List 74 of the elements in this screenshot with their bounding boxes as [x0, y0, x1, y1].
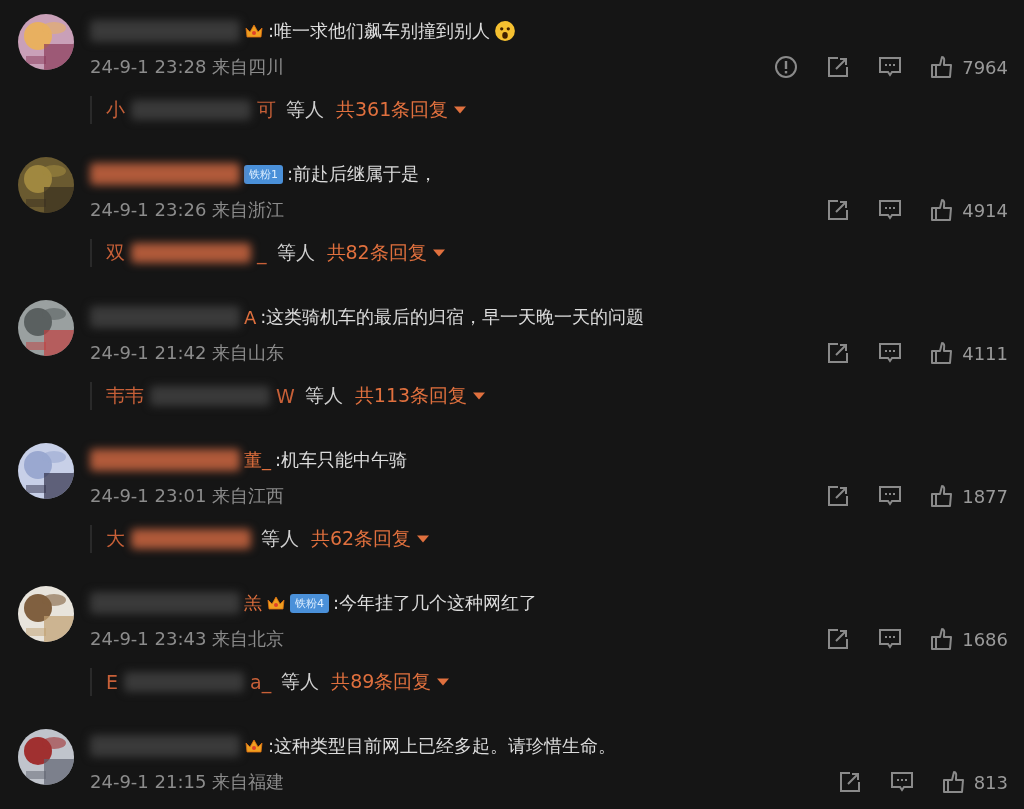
reply-label: 等人	[281, 669, 320, 694]
reply-user-name[interactable]: 大	[106, 526, 125, 552]
like-count: 813	[973, 771, 1008, 793]
user-name[interactable]: A	[244, 306, 257, 328]
thumbs-up-icon[interactable]	[941, 770, 966, 794]
caret-icon[interactable]	[454, 106, 467, 114]
reply-count-link[interactable]: 共82条回复	[326, 240, 427, 266]
comment-icon[interactable]	[889, 770, 914, 794]
thumbs-up-icon[interactable]	[930, 198, 955, 222]
comment-text: :机车只能中午骑	[275, 448, 408, 472]
fan-badge: 铁粉4	[290, 593, 329, 613]
like-count: 1686	[962, 628, 1008, 650]
like-count: 4914	[962, 199, 1008, 221]
comment-icon[interactable]	[878, 627, 903, 651]
reply-summary[interactable]: 大 等人 共62条回复	[90, 525, 430, 553]
comment-text: :今年挂了几个这种网红了	[333, 591, 538, 615]
reply-count-link[interactable]: 共62条回复	[311, 526, 412, 552]
comment-time-location: 24-9-1 23:43 来自北京	[90, 627, 285, 651]
reply-user-name[interactable]: 小	[106, 97, 125, 123]
comment-time-location: 24-9-1 21:15 来自福建	[90, 770, 285, 794]
comment-icon[interactable]	[878, 341, 903, 365]
crown-icon	[244, 22, 264, 40]
report-icon[interactable]	[774, 55, 799, 79]
caret-icon[interactable]	[473, 392, 486, 400]
reply-summary[interactable]: E a_ 等人 共89条回复	[90, 668, 450, 696]
reply-count-link[interactable]: 共361条回复	[336, 97, 449, 123]
comment-time-location: 24-9-1 23:28 来自四川	[90, 55, 285, 79]
caret-icon[interactable]	[432, 249, 445, 257]
reply-user-name[interactable]: 可	[257, 97, 276, 123]
comment-text: :前赴后继属于是，	[287, 162, 438, 186]
reply-label: 等人	[276, 240, 315, 265]
fan-badge: 铁粉1	[244, 164, 283, 184]
like-count: 7964	[962, 56, 1008, 78]
thumbs-up-icon[interactable]	[930, 484, 955, 508]
reply-user-name[interactable]: a_	[250, 671, 272, 693]
thumbs-up-icon[interactable]	[930, 55, 955, 79]
reply-summary[interactable]: 双 _ 等人 共82条回复	[90, 239, 445, 267]
comment-text: :这类骑机车的最后的归宿，早一天晚一天的问题	[260, 305, 645, 329]
reply-user-name[interactable]: 韦韦	[106, 383, 144, 409]
like-count: 4111	[962, 342, 1008, 364]
reply-count-link[interactable]: 共89条回复	[331, 669, 432, 695]
comment-icon[interactable]	[878, 55, 903, 79]
like-count: 1877	[962, 485, 1008, 507]
reply-label: 等人	[304, 383, 343, 408]
reply-user-name[interactable]: E	[106, 671, 118, 693]
thumbs-up-icon[interactable]	[930, 627, 955, 651]
user-name[interactable]: 董_	[244, 448, 271, 472]
comment-text: :这种类型目前网上已经多起。请珍惜生命。	[268, 734, 617, 758]
share-icon[interactable]	[826, 198, 851, 222]
share-icon[interactable]	[837, 770, 862, 794]
crown-icon	[266, 594, 286, 612]
caret-icon[interactable]	[417, 535, 430, 543]
reply-user-name[interactable]: W	[276, 385, 295, 407]
caret-icon[interactable]	[437, 678, 450, 686]
reply-user-name[interactable]: _	[257, 242, 267, 264]
reply-label: 等人	[261, 526, 299, 551]
share-icon[interactable]	[826, 484, 851, 508]
reply-label: 等人	[286, 97, 324, 122]
comment-icon[interactable]	[878, 484, 903, 508]
reply-summary[interactable]: 小 可 等人 共361条回复	[90, 96, 467, 124]
crown-icon	[244, 737, 264, 755]
thumbs-up-icon[interactable]	[930, 341, 955, 365]
share-icon[interactable]	[826, 341, 851, 365]
comment-icon[interactable]	[878, 198, 903, 222]
comment-time-location: 24-9-1 21:42 来自山东	[90, 341, 285, 365]
share-icon[interactable]	[826, 627, 851, 651]
reply-count-link[interactable]: 共113条回复	[354, 383, 468, 409]
user-name[interactable]: 羔	[244, 591, 262, 615]
comment-time-location: 24-9-1 23:01 来自江西	[90, 484, 285, 508]
comment-time-location: 24-9-1 23:26 来自浙江	[90, 198, 285, 222]
share-icon[interactable]	[826, 55, 851, 79]
comment-text: :唯一求他们飙车别撞到别人	[268, 19, 491, 43]
reply-user-name[interactable]: 双	[106, 240, 125, 266]
reply-summary[interactable]: 韦韦 W 等人 共113条回复	[90, 382, 486, 410]
